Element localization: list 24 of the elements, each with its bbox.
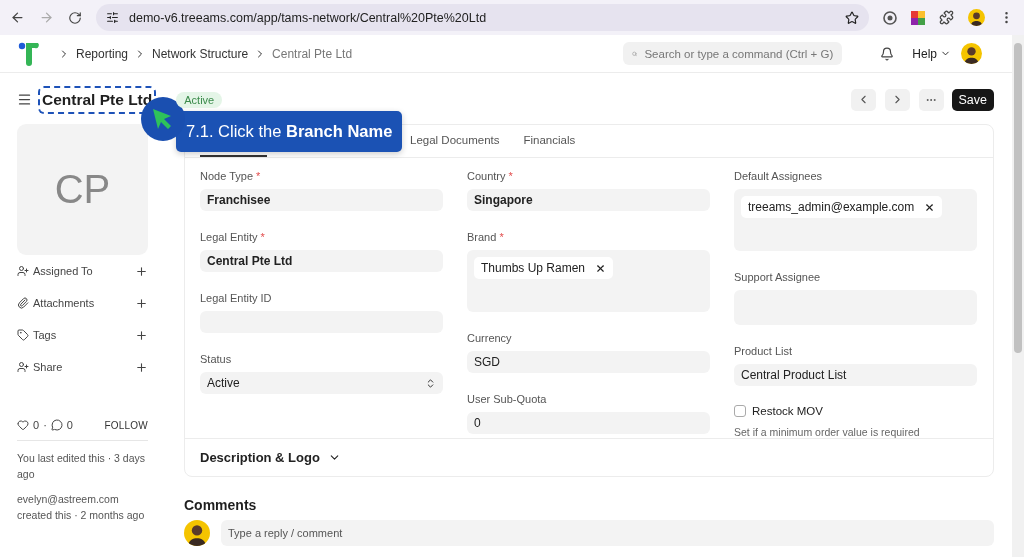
- field-description: Set if a minimum order value is required: [734, 426, 921, 438]
- field-label: Default Assignees: [734, 170, 823, 182]
- required-mark: *: [507, 170, 513, 182]
- field-label: Status: [200, 353, 232, 365]
- field-label: Currency: [467, 332, 512, 344]
- separator: ·: [43, 419, 47, 431]
- required-mark: *: [498, 231, 504, 243]
- field-label: Legal Entity ID: [200, 292, 272, 304]
- required-mark: *: [255, 170, 261, 182]
- field-label: User Sub-Quota: [467, 393, 547, 405]
- status-badge: Active: [176, 91, 223, 108]
- field-label: Node Type: [200, 170, 253, 182]
- comment-count: 0: [66, 419, 73, 431]
- tutorial-tooltip: 7.1. Click the Branch Name: [176, 111, 402, 152]
- like-count: 0: [33, 419, 40, 431]
- comments-heading: Comments: [184, 497, 258, 513]
- field-label: Country: [467, 170, 506, 182]
- required-mark: *: [259, 231, 265, 243]
- field-label: Legal Entity: [200, 231, 258, 243]
- field-label: Brand: [467, 231, 497, 243]
- field-label: Support Assignee: [734, 271, 821, 283]
- activity-text: evelyn@astreem.com created this · 2 months ago: [17, 492, 146, 523]
- field-label: Product List: [734, 345, 793, 357]
- activity-text: You last edited this · 3 days ago: [17, 451, 147, 482]
